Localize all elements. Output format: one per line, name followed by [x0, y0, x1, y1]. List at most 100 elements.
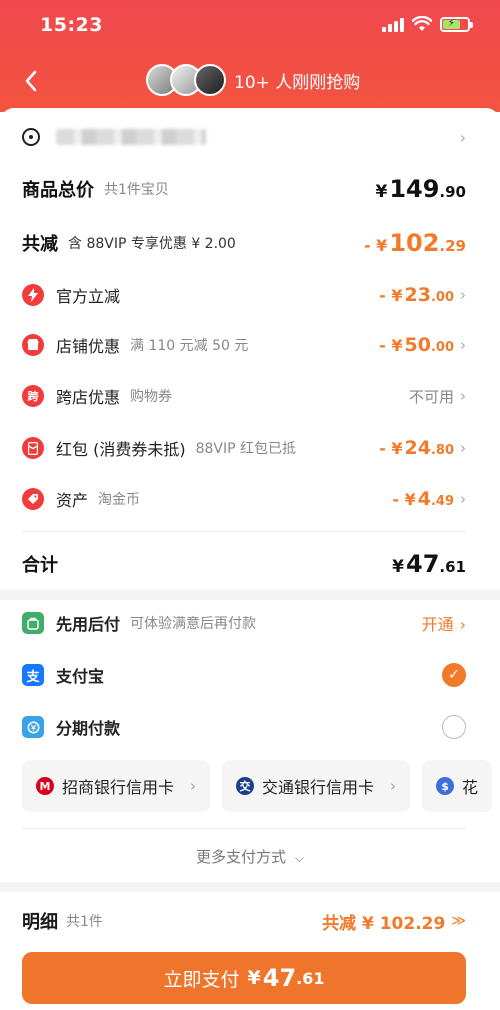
- price-decimal: .00: [430, 340, 454, 355]
- installment-radio[interactable]: [442, 715, 466, 739]
- reduce-label: 共减: [22, 234, 58, 255]
- minus-currency: - ¥: [379, 286, 403, 305]
- more-payment-methods[interactable]: 更多支付方式 ⌵: [0, 846, 500, 867]
- installment-row[interactable]: 分期付款: [22, 710, 466, 744]
- price-integer: 23: [404, 284, 431, 306]
- chevron-right-icon: ›: [390, 777, 397, 795]
- discount-label: 官方立减: [56, 287, 121, 306]
- lightning-icon: [22, 284, 44, 306]
- avatar-group: [146, 64, 226, 96]
- bank-name: 招商银行信用卡: [62, 778, 175, 797]
- price-integer: 24: [404, 437, 431, 459]
- currency-symbol: ¥: [392, 557, 405, 577]
- section-gap: [0, 590, 500, 600]
- tag-icon: [22, 488, 44, 510]
- discount-sub: 购物券: [130, 389, 173, 405]
- currency-symbol: ¥: [375, 182, 388, 202]
- minus-currency: - ¥: [363, 236, 388, 255]
- price-integer: 47: [406, 550, 440, 578]
- bank-name: 交通银行信用卡: [262, 778, 375, 797]
- installment-icon: [22, 716, 44, 738]
- discount-label: 红包 (消费券未抵): [56, 440, 186, 459]
- goods-total-row: 商品总价 共1件宝贝 ¥ 149 .90: [22, 172, 466, 206]
- pay-later-action[interactable]: 开通 ›: [422, 611, 466, 635]
- shop-icon: [22, 334, 44, 356]
- price-decimal: .90: [439, 183, 466, 201]
- bank-chip-partial[interactable]: $ 花: [422, 760, 493, 812]
- discount-label: 跨店优惠: [56, 388, 121, 407]
- bank-chip-cmb[interactable]: M 招商银行信用卡 ›: [22, 760, 211, 812]
- price-integer: 149: [389, 175, 440, 203]
- chevron-right-icon: ›: [460, 387, 466, 405]
- double-chevron-down-icon: ≫: [451, 913, 466, 929]
- alipay-label: 支付宝: [56, 667, 105, 686]
- location-pin-icon: [22, 128, 40, 146]
- price-decimal: .61: [296, 968, 325, 988]
- price-decimal: .49: [430, 494, 454, 509]
- discount-sub: 满 110 元减 50 元: [130, 338, 249, 354]
- pay-later-label: 先用后付: [56, 615, 121, 634]
- price-decimal: .29: [439, 237, 466, 255]
- total-row: 合计 ¥ 47 .61: [22, 547, 466, 581]
- pay-button-label: 立即支付: [163, 968, 240, 991]
- status-icons: ⚡: [382, 16, 473, 32]
- address-row[interactable]: ›: [22, 124, 466, 150]
- discount-label: 店铺优惠: [56, 337, 121, 356]
- discount-sub: 88VIP 红包已抵: [195, 441, 296, 457]
- price-integer: 102: [389, 229, 440, 257]
- chevron-right-icon: ›: [460, 490, 466, 508]
- chevron-right-icon: ›: [460, 439, 466, 457]
- divider: [22, 828, 466, 829]
- discount-status: 不可用: [409, 386, 454, 407]
- price-integer: 50: [404, 334, 431, 356]
- chevron-left-icon: [25, 70, 37, 92]
- installment-label: 分期付款: [56, 719, 121, 738]
- address-text-blurred: [56, 129, 206, 145]
- price-decimal: .61: [439, 558, 466, 576]
- alipay-radio-checked[interactable]: ✓: [442, 663, 466, 687]
- more-payment-label: 更多支付方式: [196, 848, 287, 866]
- price-integer: 47: [262, 964, 297, 992]
- bocom-logo-icon: 交: [236, 777, 255, 795]
- battery-icon: ⚡: [440, 16, 473, 32]
- avatar: [194, 64, 226, 96]
- discount-row-store[interactable]: 店铺优惠 满 110 元减 50 元 - ¥ 50 .00 ›: [22, 328, 466, 362]
- section-gap: [0, 882, 500, 892]
- unavailable-text: 不可用: [408, 387, 454, 406]
- detail-row[interactable]: 明细 共1件 共减 ¥ 102.29 ≫: [22, 904, 466, 938]
- discount-row-assets[interactable]: 资产 淘金币 - ¥ 4 .49 ›: [22, 482, 466, 516]
- open-link[interactable]: 开通: [422, 611, 454, 635]
- minus-currency: - ¥: [392, 490, 416, 509]
- pay-now-button[interactable]: 立即支付 ¥ 47 .61: [22, 952, 466, 1004]
- discount-row-red-packet[interactable]: 红包 (消费券未抵) 88VIP 红包已抵 - ¥ 24 .80 ›: [22, 431, 466, 465]
- discount-value: - ¥ 50 .00: [379, 334, 454, 356]
- discount-value: - ¥ 24 .80: [379, 437, 454, 459]
- total-label: 合计: [22, 555, 58, 576]
- discount-sub: 淘金币: [98, 492, 141, 508]
- discount-row-cross-store[interactable]: 跨 跨店优惠 购物券 不可用 ›: [22, 379, 466, 413]
- bank-card-list: M 招商银行信用卡 › 交 交通银行信用卡 › $ 花: [22, 760, 500, 812]
- price-integer: 4: [417, 488, 431, 510]
- back-button[interactable]: [18, 66, 44, 96]
- currency-symbol: ¥: [247, 967, 261, 989]
- chevron-right-icon: ›: [459, 615, 466, 634]
- cross-store-icon: 跨: [22, 385, 44, 407]
- chevron-right-icon: ›: [459, 127, 466, 147]
- price-decimal: .00: [430, 290, 454, 305]
- goods-total-sub: 共1件宝贝: [104, 182, 169, 198]
- total-price: ¥ 47 .61: [392, 550, 466, 578]
- bank-chip-bocom[interactable]: 交 交通银行信用卡 ›: [222, 760, 411, 812]
- goods-total-price: ¥ 149 .90: [375, 175, 466, 203]
- header-bar: 15:23 ⚡ 10+ 人刚刚抢购: [0, 0, 500, 112]
- red-packet-icon: [22, 437, 44, 459]
- wifi-icon: [412, 16, 432, 31]
- cmb-logo-icon: M: [36, 777, 54, 795]
- discount-row-official[interactable]: 官方立减 - ¥ 23 .00 ›: [22, 278, 466, 312]
- chevron-right-icon: ›: [460, 336, 466, 354]
- detail-reduce: 共减 ¥ 102.29: [322, 913, 446, 934]
- discount-label: 资产: [56, 491, 89, 510]
- pay-later-row[interactable]: 先用后付 可体验满意后再付款 开通 ›: [22, 606, 466, 640]
- price-decimal: .80: [430, 443, 454, 458]
- alipay-row[interactable]: 支 支付宝 ✓: [22, 658, 466, 692]
- signal-icon: [382, 16, 404, 32]
